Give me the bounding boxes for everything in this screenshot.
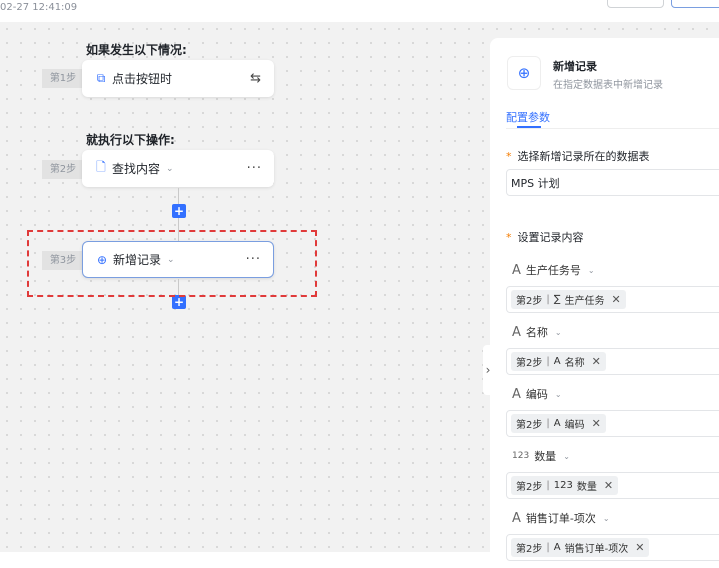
field-type-icon: A (512, 386, 521, 402)
tag-type-icon: A (553, 418, 561, 429)
toolbar-button[interactable] (607, 0, 664, 8)
field-label[interactable]: A 编码 ⌄ (512, 386, 562, 402)
field-type-icon: A (512, 262, 521, 278)
table-select-label: 选择新增记录所在的数据表 (517, 150, 650, 163)
tag-type-icon: ∑ (553, 294, 561, 305)
chevron-down-icon[interactable]: ⌄ (563, 452, 570, 461)
chevron-down-icon[interactable]: ⌄ (588, 266, 595, 275)
toolbar-primary-button[interactable] (671, 0, 719, 8)
config-panel: ⊕ 新增记录 在指定数据表中新增记录 配置参数 * 选择新增记录所在的数据表 MP… (490, 38, 719, 568)
table-select-value: MPS 计划 (511, 176, 560, 190)
required-mark: * (506, 231, 512, 244)
timestamp: 02-27 12:41:09 (0, 2, 78, 13)
chevron-down-icon[interactable]: ⌄ (555, 328, 562, 337)
close-icon[interactable]: ✕ (612, 293, 621, 306)
add-step-button[interactable]: + (172, 295, 186, 309)
tag-name: 编码 (564, 420, 585, 431)
field-label[interactable]: A 名称 ⌄ (512, 324, 562, 340)
step-label: 第1步 (42, 69, 84, 88)
tab-config-params[interactable]: 配置参数 (506, 109, 550, 125)
content-label: 设置记录内容 (517, 231, 584, 244)
tag-step: 第2步 (516, 544, 543, 555)
close-icon[interactable]: ✕ (604, 479, 613, 492)
variable-tag: 第2步 | A 销售订单-项次 ✕ (511, 538, 650, 557)
divider (506, 128, 719, 129)
step-title: 查找内容 (112, 162, 161, 176)
variable-tag: 第2步 | A 名称 ✕ (511, 352, 606, 371)
step-card-trigger[interactable]: ⧉ 点击按钮时 ⇆ (82, 60, 274, 97)
swap-icon[interactable]: ⇆ (250, 71, 262, 86)
field-label[interactable]: A 销售订单-项次 ⌄ (512, 510, 610, 526)
field-type-icon: A (512, 510, 521, 526)
tag-name: 名称 (564, 358, 585, 369)
field-label[interactable]: A 生产任务号 ⌄ (512, 262, 595, 278)
chevron-down-icon[interactable]: ⌄ (603, 514, 610, 523)
step-title: 点击按钮时 (112, 72, 173, 86)
panel-subtitle: 在指定数据表中新增记录 (553, 80, 663, 91)
tag-step: 第2步 (516, 482, 543, 493)
add-step-button[interactable]: + (172, 204, 186, 218)
field-type-icon: A (512, 324, 521, 340)
cursor-click-icon: ⧉ (96, 71, 106, 85)
field-value-input[interactable]: 第2步 | A 编码 ✕ (506, 410, 719, 437)
required-mark: * (506, 150, 512, 163)
variable-tag: 第2步 | ∑ 生产任务 ✕ (511, 290, 626, 309)
field-value-input[interactable]: 第2步 | ∑ 生产任务 ✕ (506, 286, 719, 313)
close-icon[interactable]: ✕ (592, 417, 601, 430)
close-icon[interactable]: ✕ (635, 541, 644, 554)
search-doc-icon: 🗋 (96, 160, 106, 174)
highlight-box (27, 230, 317, 297)
table-select[interactable]: MPS 计划 (506, 169, 719, 196)
field-value-input[interactable]: 第2步 | A 销售订单-项次 ✕ (506, 534, 719, 561)
action-section-title: 就执行以下操作: (86, 133, 175, 147)
field-name: 编码 (525, 388, 548, 401)
field-name: 销售订单-项次 (525, 512, 596, 525)
field-value-input[interactable]: 第2步 | 123 数量 ✕ (506, 472, 719, 499)
tag-name: 生产任务 (564, 296, 605, 307)
trigger-section-title: 如果发生以下情况: (86, 43, 187, 57)
tag-step: 第2步 (516, 358, 543, 369)
field-label[interactable]: 123 数量 ⌄ (512, 448, 570, 464)
step-label: 第2步 (42, 160, 84, 179)
variable-tag: 第2步 | A 编码 ✕ (511, 414, 606, 433)
tag-step: 第2步 (516, 420, 543, 431)
field-value-input[interactable]: 第2步 | A 名称 ✕ (506, 348, 719, 375)
plus-circle-icon: ⊕ (507, 56, 541, 90)
chevron-down-icon[interactable]: ⌄ (166, 164, 174, 174)
tag-name: 数量 (576, 482, 597, 493)
field-type-icon: 123 (512, 451, 530, 461)
top-bar: 02-27 12:41:09 (0, 0, 719, 22)
more-icon[interactable]: ··· (247, 161, 262, 176)
tag-type-icon: A (553, 542, 561, 553)
tag-type-icon: 123 (553, 480, 573, 491)
tag-step: 第2步 (516, 296, 543, 307)
tag-name: 销售订单-项次 (564, 544, 629, 555)
tag-type-icon: A (553, 356, 561, 367)
variable-tag: 第2步 | 123 数量 ✕ (511, 476, 619, 495)
field-name: 名称 (525, 326, 548, 339)
close-icon[interactable]: ✕ (592, 355, 601, 368)
field-name: 数量 (534, 450, 557, 463)
panel-title: 新增记录 (553, 60, 597, 73)
step-card-find[interactable]: 🗋 查找内容 ⌄ ··· (82, 150, 274, 187)
chevron-down-icon[interactable]: ⌄ (555, 390, 562, 399)
field-name: 生产任务号 (525, 264, 581, 277)
